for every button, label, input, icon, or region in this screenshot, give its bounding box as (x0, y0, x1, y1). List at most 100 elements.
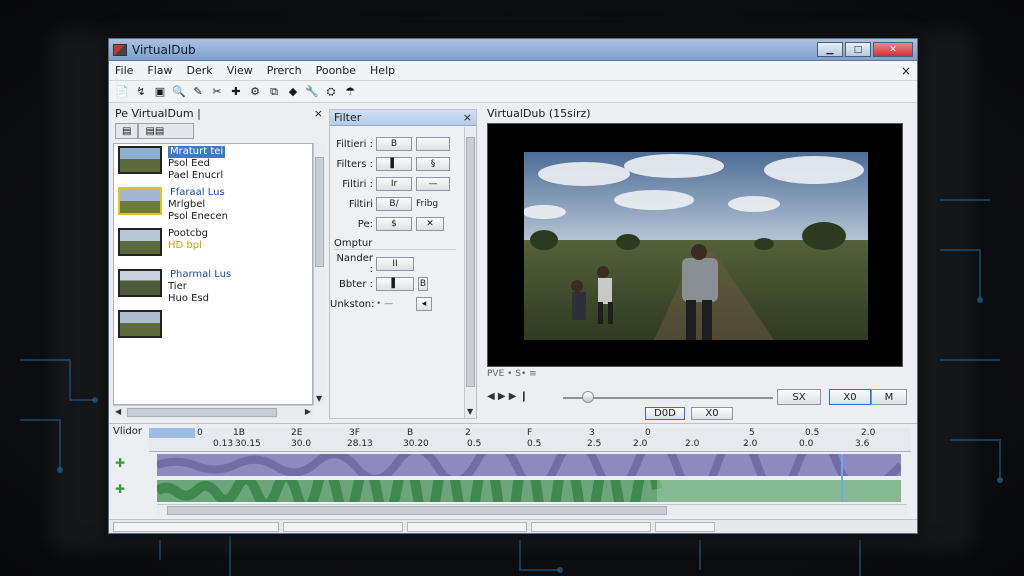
video-track-icon[interactable]: ✚ (115, 456, 125, 470)
menu-close-icon[interactable]: × (901, 64, 911, 78)
diamond-icon[interactable]: ◆ (286, 85, 300, 99)
transport-button[interactable]: SX (777, 389, 821, 405)
scrollbar-thumb[interactable] (315, 157, 324, 267)
video-preview[interactable] (487, 123, 903, 367)
ruler-tick: 2 (465, 428, 471, 438)
seek-slider[interactable] (563, 397, 773, 399)
filter-label: Filters : (336, 158, 373, 170)
settings-icon[interactable]: ⚙ (248, 85, 262, 99)
transport-label: PVE • S• ≡ (487, 369, 537, 379)
edit-icon[interactable]: ✎ (191, 85, 205, 99)
file-browser-title: Pe VirtualDum | (115, 106, 201, 120)
scrollbar-thumb[interactable] (127, 408, 277, 417)
file-meta: Psol Eed (168, 158, 210, 169)
filter-label: Filtiri (348, 198, 373, 210)
ruler-tick: B (407, 428, 414, 438)
menu-flaw[interactable]: Flaw (147, 64, 172, 77)
transport-button[interactable]: X0 (691, 407, 733, 420)
transport-button[interactable]: D0D (645, 407, 685, 420)
scroll-left-icon[interactable]: ◀ (115, 407, 121, 416)
copy-icon[interactable]: ⧉ (267, 85, 281, 99)
filter-button[interactable]: § (416, 157, 450, 171)
wrench-icon[interactable]: 🔧 (305, 85, 319, 99)
video-thumbnail (118, 228, 162, 256)
filter-row: Bbter : ▌ B (330, 276, 466, 292)
search-icon[interactable]: 🔍 (172, 85, 186, 99)
menu-derk[interactable]: Derk (187, 64, 213, 77)
file-meta: Pael Enucrl (168, 170, 224, 181)
swap-icon[interactable]: ↯ (134, 85, 148, 99)
filter-button[interactable]: ▌ (376, 277, 414, 291)
file-meta: HD bpl (168, 240, 202, 251)
seek-knob[interactable] (582, 391, 595, 403)
minimize-button[interactable]: ▁ (817, 42, 843, 57)
audio-track[interactable] (154, 448, 901, 534)
file-list-scrollbar[interactable]: ▼ (313, 143, 325, 405)
menu-help[interactable]: Help (370, 64, 395, 77)
new-file-icon[interactable]: 📄 (115, 85, 129, 99)
playhead[interactable] (841, 454, 843, 502)
filter-close-icon[interactable]: × (463, 111, 472, 124)
filter-button[interactable]: II (376, 257, 414, 271)
menu-view[interactable]: View (227, 64, 253, 77)
cut-icon[interactable]: ✂ (210, 85, 224, 99)
transport-button[interactable]: X0 (829, 389, 871, 405)
list-item[interactable]: Pharmal Lus Tier Huo Esd (114, 267, 312, 308)
play-controls-icon[interactable]: ◀ ▶ ▶ ❙ (487, 391, 528, 402)
timeline-scrollbar[interactable] (157, 504, 907, 516)
video-thumbnail (118, 310, 162, 338)
list-item[interactable]: Mraturt tei Psol Eed Pael Enucrl (114, 144, 312, 185)
list-item[interactable]: Pootcbg HD bpl (114, 226, 312, 267)
timeline-ruler[interactable]: 0 1B 2E 3F B 2 F 3 0 5 0.5 2.0 0.13 30.1… (149, 428, 911, 452)
status-segment (531, 522, 651, 532)
gear-icon[interactable]: ⛭ (324, 85, 338, 99)
filter-button[interactable]: B (376, 137, 412, 151)
filter-option: Fribg (416, 199, 439, 209)
status-segment (655, 522, 715, 532)
scroll-down-icon[interactable]: ▼ (316, 394, 322, 403)
frame-icon[interactable]: ▣ (153, 85, 167, 99)
list-item[interactable] (114, 308, 312, 349)
list-item[interactable]: Ffaraal Lus Mrlgbel Psol Enecen (114, 185, 312, 226)
maximize-button[interactable]: □ (845, 42, 871, 57)
filter-button[interactable]: ▌ (376, 157, 412, 171)
filter-button[interactable]: B/ (376, 197, 412, 211)
scroll-down-icon[interactable]: ▼ (467, 407, 473, 416)
ruler-tick: 3 (589, 428, 595, 438)
video-thumbnail (118, 187, 162, 215)
scrollbar-thumb[interactable] (167, 506, 667, 515)
filter-scrollbar[interactable]: ▼ (464, 127, 476, 418)
close-button[interactable]: ✕ (873, 42, 913, 57)
scroll-right-icon[interactable]: ▶ (305, 407, 311, 416)
filter-slider[interactable]: • — (376, 299, 416, 309)
filter-button[interactable]: B (418, 277, 428, 291)
filter-label: Filtieri : (336, 138, 373, 150)
tab-list[interactable]: ▤ (115, 123, 139, 139)
menu-file[interactable]: File (115, 64, 133, 77)
filter-button[interactable]: ◂ (416, 297, 432, 311)
ruler-number: 0.0 (799, 439, 814, 449)
tab-details[interactable]: ▤▤ (138, 123, 195, 139)
filter-row: Pe: $ ✕ (330, 216, 466, 232)
scrollbar-thumb[interactable] (466, 137, 475, 387)
menu-poonbe[interactable]: Poonbe (316, 64, 356, 77)
transport-controls: PVE • S• ≡ ◀ ▶ ▶ ❙ SX X0 M D0D X0 (483, 369, 913, 420)
timeline: Vlidor 0 1B 2E 3F B 2 F 3 0 5 0.5 2.0 0.… (109, 423, 917, 534)
add-icon[interactable]: ✚ (229, 85, 243, 99)
menu-prerch[interactable]: Prerch (267, 64, 302, 77)
filter-button[interactable] (416, 137, 450, 151)
filter-button[interactable]: — (416, 177, 450, 191)
audio-track-icon[interactable]: ✚ (115, 482, 125, 496)
filter-label: Bbter : (339, 278, 373, 290)
umbrella-icon[interactable]: ☂ (343, 85, 357, 99)
file-list-hscrollbar[interactable]: ◀ ▶ (113, 405, 313, 419)
file-browser-close-icon[interactable]: × (314, 107, 323, 120)
filter-button[interactable]: Ir (376, 177, 412, 191)
filter-button[interactable]: $ (376, 217, 412, 231)
transport-button[interactable]: M (871, 389, 907, 405)
file-browser-header: Pe VirtualDum | × (113, 105, 327, 121)
title-bar[interactable]: VirtualDub ▁ □ ✕ (109, 39, 917, 61)
file-browser-tabs: ▤ ▤▤ (115, 123, 327, 141)
filter-button[interactable]: ✕ (416, 217, 444, 231)
video-track[interactable] (155, 432, 904, 498)
